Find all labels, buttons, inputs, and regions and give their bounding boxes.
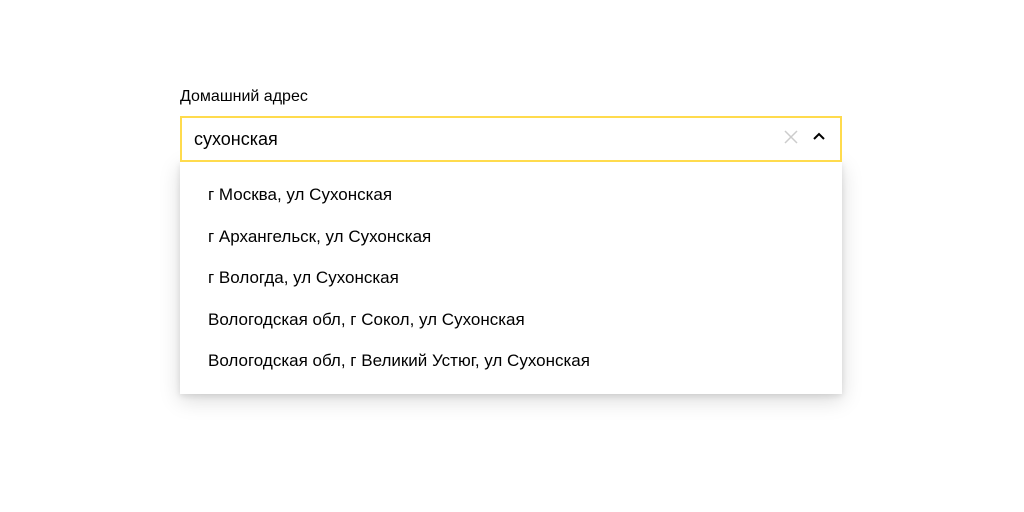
chevron-up-icon <box>812 130 826 149</box>
suggestion-item[interactable]: г Вологда, ул Сухонская <box>180 257 842 299</box>
suggestion-item[interactable]: Вологодская обл, г Сокол, ул Сухонская <box>180 299 842 341</box>
suggestion-item[interactable]: г Москва, ул Сухонская <box>180 174 842 216</box>
address-label: Домашний адрес <box>180 88 842 106</box>
chevron-toggle[interactable] <box>810 130 828 148</box>
suggestion-item[interactable]: Вологодская обл, г Великий Устюг, ул Сух… <box>180 340 842 382</box>
address-input-wrapper[interactable] <box>180 116 842 162</box>
address-input[interactable] <box>194 129 782 150</box>
suggestion-item[interactable]: г Архангельск, ул Сухонская <box>180 216 842 258</box>
clear-button[interactable] <box>782 130 800 148</box>
suggestions-dropdown: г Москва, ул Сухонская г Архангельск, ул… <box>180 162 842 394</box>
close-icon <box>783 129 799 150</box>
